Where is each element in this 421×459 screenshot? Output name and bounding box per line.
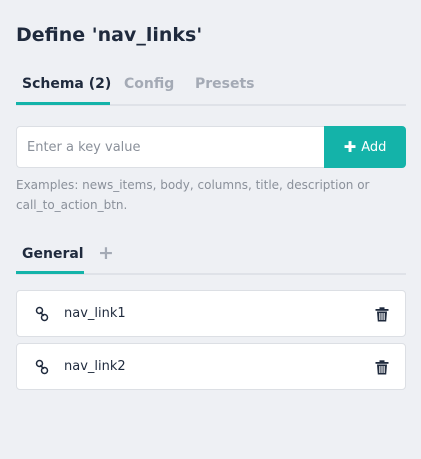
main-tabs: Schema (2) Config Presets (16, 70, 406, 106)
sub-tabs: General + (16, 238, 406, 275)
tab-schema[interactable]: Schema (2) (22, 76, 111, 92)
trash-icon[interactable] (375, 307, 389, 322)
tab-config[interactable]: Config (124, 76, 174, 92)
list-item[interactable]: nav_link1 (16, 290, 406, 337)
trash-icon[interactable] (375, 360, 389, 375)
add-button[interactable]: ✚ Add (324, 126, 406, 168)
active-subtab-indicator (16, 271, 84, 274)
plus-icon: ✚ (343, 137, 357, 156)
tab-presets[interactable]: Presets (195, 76, 255, 92)
examples-hint: Examples: news_items, body, columns, tit… (16, 178, 370, 212)
add-button-label: Add (361, 139, 387, 155)
key-input-row: ✚ Add (16, 126, 406, 168)
active-tab-indicator (16, 102, 110, 105)
tab-general[interactable]: General (22, 246, 84, 262)
list-item-name: nav_link1 (64, 306, 126, 321)
schema-list: nav_link1 nav_link2 (16, 290, 406, 396)
key-value-input[interactable] (16, 126, 324, 168)
page-title: Define 'nav_links' (16, 24, 203, 46)
list-item-name: nav_link2 (64, 359, 126, 374)
link-icon (35, 359, 49, 375)
list-item[interactable]: nav_link2 (16, 343, 406, 390)
add-tab-button[interactable]: + (97, 242, 115, 264)
link-icon (35, 306, 49, 322)
